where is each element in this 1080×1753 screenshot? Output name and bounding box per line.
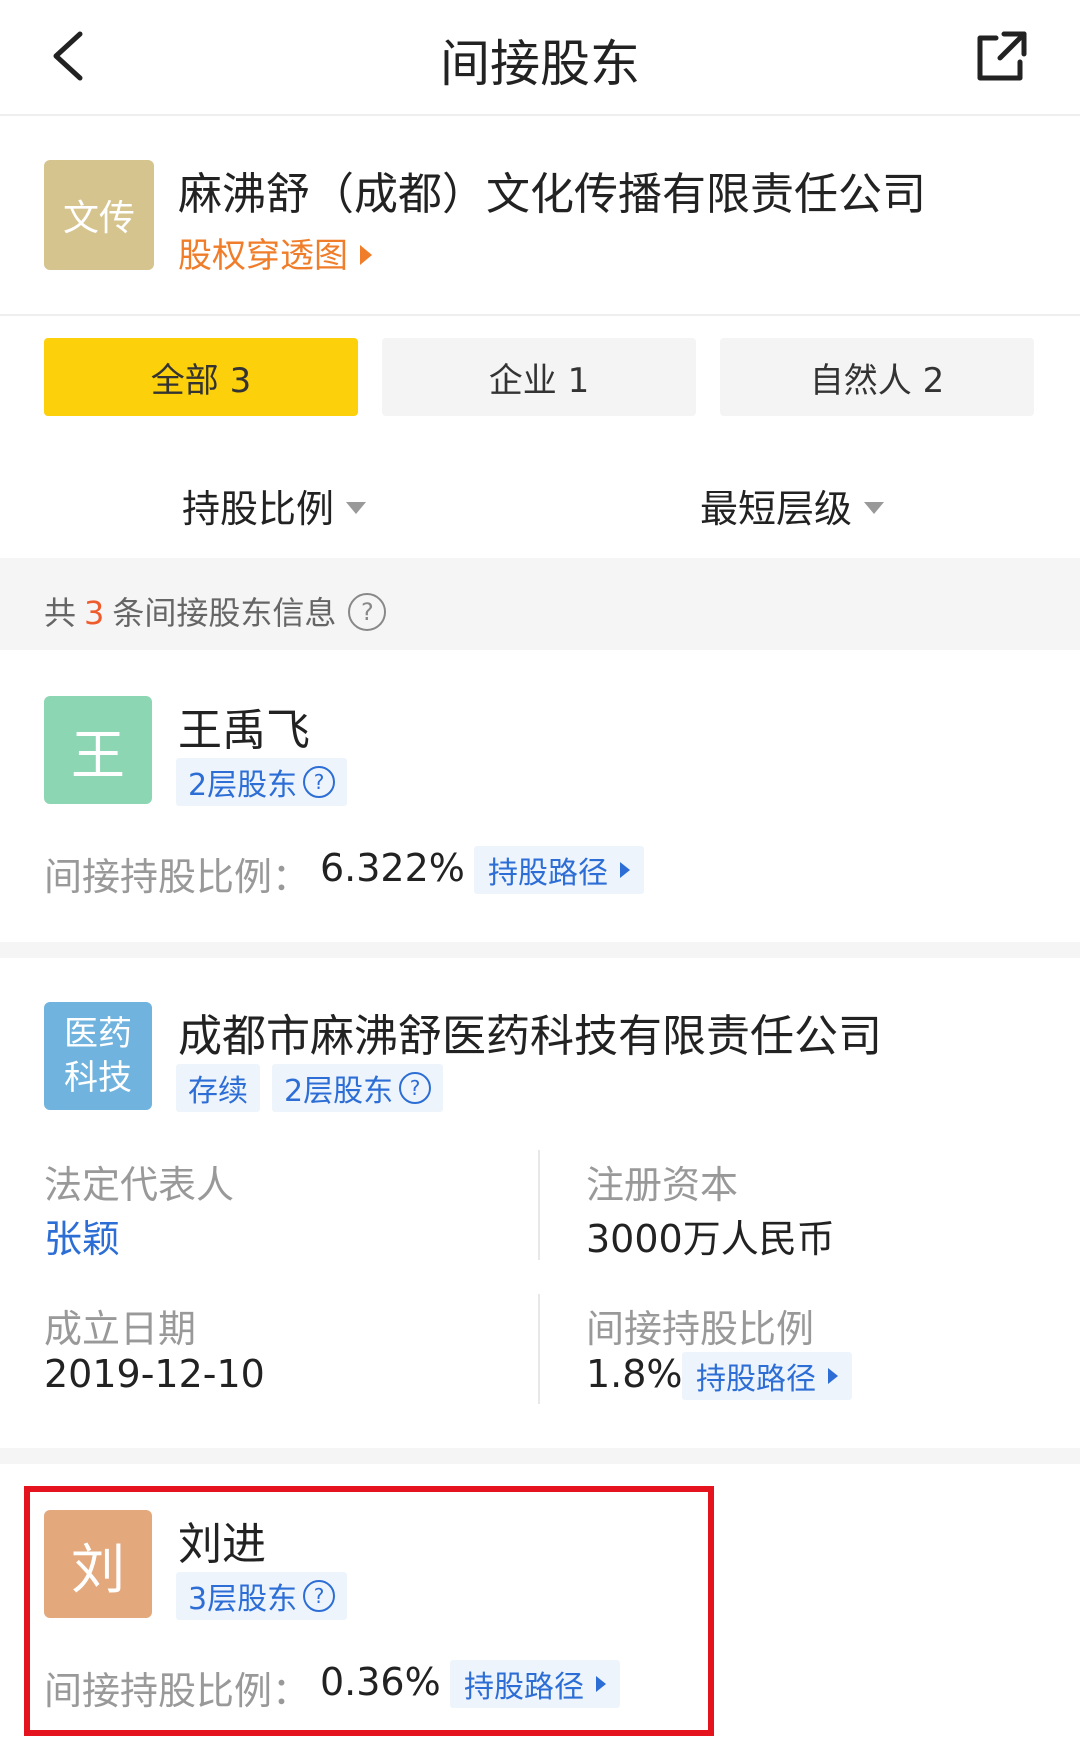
column-divider	[538, 1150, 540, 1260]
shareholder-name[interactable]: 成都市麻沸舒医药科技有限责任公司	[178, 1000, 882, 1064]
tab-person[interactable]: 自然人 2	[720, 338, 1034, 416]
divider	[0, 314, 1080, 316]
sort-by-level[interactable]: 最短层级	[700, 478, 885, 533]
level-badge[interactable]: 2层股东?	[272, 1064, 444, 1112]
summary-prefix: 共	[44, 594, 77, 632]
ratio-value: 6.322%	[320, 846, 465, 890]
summary-count: 3	[84, 594, 105, 632]
help-icon[interactable]: ?	[348, 593, 387, 631]
ratio-label: 间接持股比例：	[44, 855, 311, 899]
legal-rep-value[interactable]: 张颖	[44, 1208, 120, 1263]
capital-label: 注册资本	[586, 1163, 739, 1207]
play-triangle-icon	[828, 1368, 838, 1384]
section-gap	[0, 942, 1080, 958]
level-badge[interactable]: 2层股东?	[176, 758, 348, 806]
caret-down-icon	[346, 501, 367, 514]
summary-suffix: 条间接股东信息	[112, 594, 337, 632]
legal-rep-label: 法定代表人	[44, 1163, 235, 1207]
page-title: 间接股东	[440, 35, 640, 93]
ratio-label: 间接持股比例	[586, 1307, 815, 1351]
column-divider	[538, 1294, 540, 1404]
level-badge-label: 2层股东	[284, 1074, 394, 1109]
sort-level-label: 最短层级	[700, 487, 853, 531]
avatar: 王	[44, 696, 152, 804]
play-triangle-icon	[620, 862, 630, 878]
tab-all[interactable]: 全部 3	[44, 338, 358, 416]
equity-link-label: 股权穿透图	[178, 236, 348, 276]
highlight-box	[24, 1486, 714, 1736]
path-label: 持股路径	[696, 1362, 816, 1397]
sort-by-ratio[interactable]: 持股比例	[182, 478, 367, 533]
shareholder-name[interactable]: 王禹飞	[178, 694, 310, 758]
founded-label: 成立日期	[44, 1307, 197, 1351]
question-icon: ?	[303, 766, 336, 798]
shareholding-path-button[interactable]: 持股路径	[474, 846, 644, 894]
equity-penetration-link[interactable]: 股权穿透图	[178, 228, 372, 277]
ratio-value: 1.8%	[586, 1352, 683, 1396]
path-label: 持股路径	[488, 856, 608, 891]
share-icon[interactable]	[974, 28, 1030, 84]
shareholding-path-button[interactable]: 持股路径	[682, 1352, 852, 1400]
tab-company[interactable]: 企业 1	[382, 338, 696, 416]
caret-down-icon	[864, 501, 885, 514]
status-badge: 存续	[176, 1064, 260, 1112]
sort-ratio-label: 持股比例	[182, 487, 335, 531]
summary-text: 共 3 条间接股东信息?	[44, 588, 387, 634]
level-badge-label: 2层股东	[188, 768, 298, 803]
play-triangle-icon	[360, 244, 372, 265]
capital-value: 3000万人民币	[586, 1217, 835, 1261]
nav-bar: 间接股东	[0, 0, 1080, 116]
avatar: 医药科技	[44, 1002, 152, 1110]
company-logo: 文传	[44, 160, 154, 270]
question-icon: ?	[399, 1072, 432, 1104]
section-gap	[0, 1448, 1080, 1464]
founded-value: 2019-12-10	[44, 1352, 265, 1396]
company-name: 麻沸舒（成都）文化传播有限责任公司	[178, 169, 926, 220]
